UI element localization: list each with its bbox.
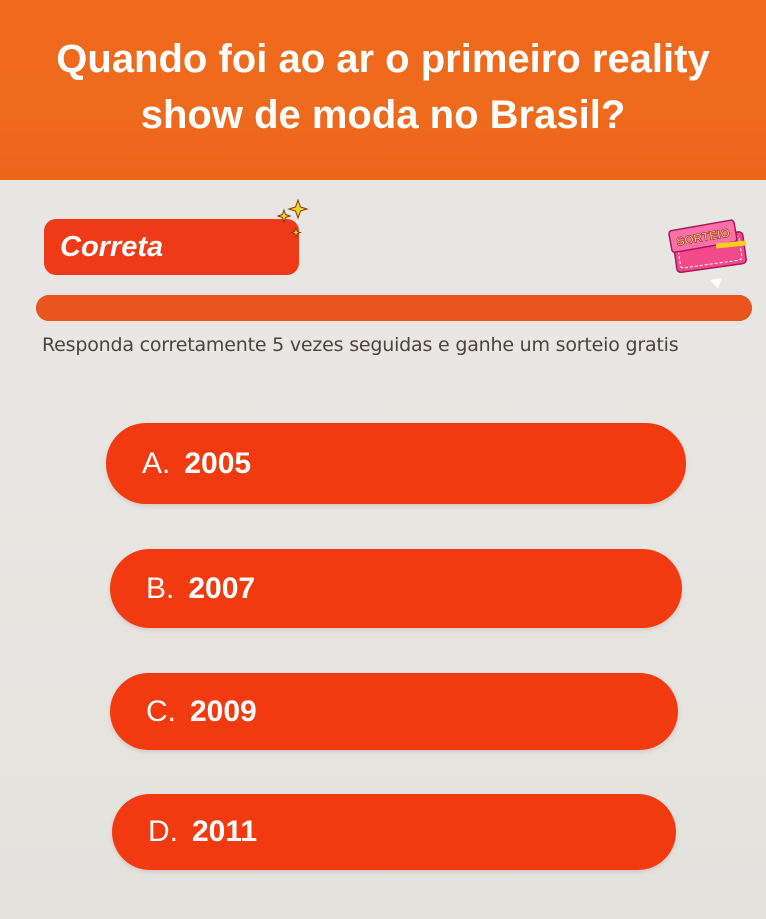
streak-progress-bar	[36, 295, 752, 321]
question-line-1: Quando foi ao ar o primeiro reality	[56, 37, 710, 81]
option-value: 2009	[190, 694, 257, 728]
option-letter: D.	[148, 815, 178, 848]
streak-progress-fill	[36, 295, 752, 321]
question-line-2: show de moda no Brasil?	[140, 93, 626, 137]
option-letter: C.	[146, 694, 176, 728]
option-letter: B.	[146, 571, 175, 605]
question-text: Quando foi ao ar o primeiro reality show…	[33, 31, 733, 143]
answer-status-label: Correta	[60, 230, 164, 263]
sorteio-ticket-icon[interactable]: SORTEIO	[668, 218, 752, 288]
option-value: 2011	[192, 815, 258, 848]
option-value: 2007	[188, 571, 256, 605]
sparkle-icon	[276, 198, 309, 239]
answer-status-badge: Correta	[44, 219, 299, 275]
instruction-text: Responda corretamente 5 vezes seguidas e…	[42, 334, 679, 356]
answer-option-c[interactable]: C. 2009	[110, 673, 678, 750]
option-value: 2005	[184, 446, 252, 480]
answer-option-d[interactable]: D. 2011	[112, 794, 676, 870]
answer-option-a[interactable]: A. 2005	[106, 423, 686, 504]
answer-option-b[interactable]: B. 2007	[110, 549, 682, 628]
option-letter: A.	[142, 446, 171, 480]
question-header: Quando foi ao ar o primeiro reality show…	[0, 0, 766, 180]
